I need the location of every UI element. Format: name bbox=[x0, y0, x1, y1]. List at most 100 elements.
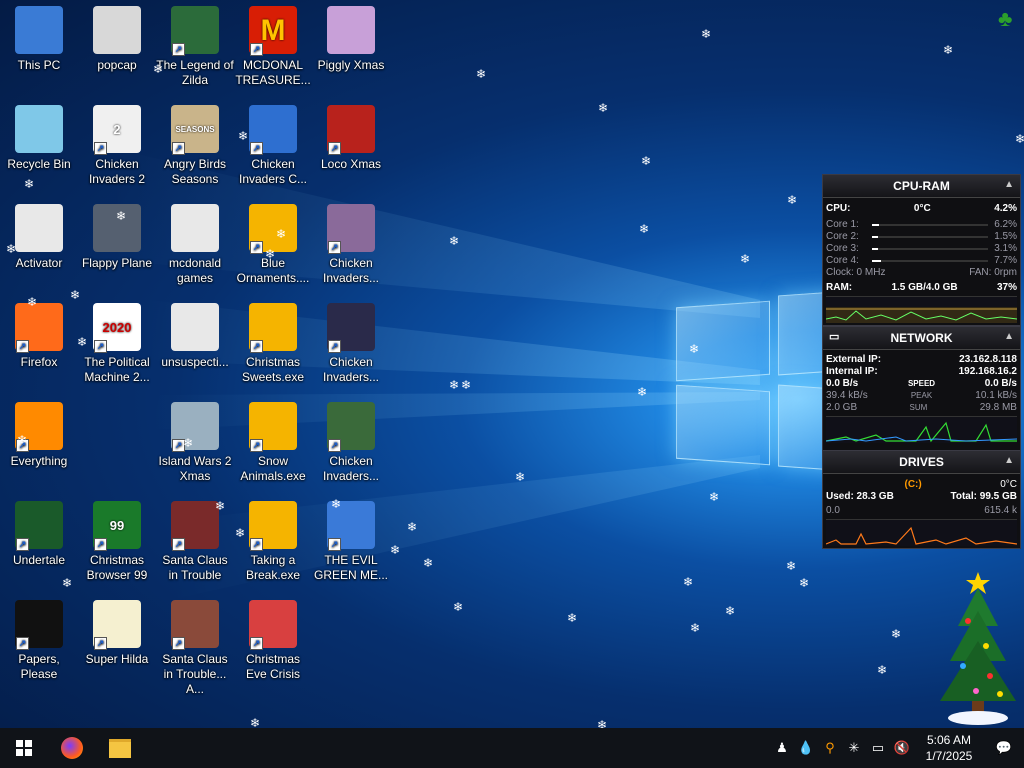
core-bar-fill bbox=[872, 248, 878, 250]
external-ip-value: 23.162.8.118 bbox=[959, 354, 1017, 365]
taskbar-file-explorer[interactable] bbox=[96, 728, 144, 768]
chicken-invaders-5-icon: ↗ bbox=[327, 402, 375, 452]
drive-c-row: (C:) 0°C bbox=[823, 479, 1020, 491]
desktop-icon-activator[interactable]: Activator bbox=[0, 204, 78, 271]
clock-time: 5:06 AM bbox=[926, 733, 972, 747]
shortcut-arrow-icon: ↗ bbox=[250, 241, 263, 254]
desktop-icon-angry-birds-seasons[interactable]: SEASONS ↗ Angry Birds Seasons bbox=[156, 105, 234, 187]
ram-percent: 37% bbox=[996, 282, 1017, 293]
desktop-icon-legend-of-zilda[interactable]: ↗ The Legend of Zilda bbox=[156, 6, 234, 88]
desktop-icon-chicken-invaders-2[interactable]: 2 ↗ Chicken Invaders 2 bbox=[78, 105, 156, 187]
shortcut-arrow-icon: ↗ bbox=[328, 439, 341, 452]
notifications-icon[interactable]: 💬 bbox=[984, 728, 1024, 768]
cpu-ram-graph bbox=[825, 296, 1018, 323]
desktop-icon-label: Chicken Invaders... bbox=[322, 256, 380, 285]
taskbar-clock[interactable]: 5:06 AM 1/7/2025 bbox=[914, 732, 984, 764]
desktop-icon-label: unsuspecti... bbox=[161, 355, 229, 369]
cpu-ram-gadget[interactable]: CPU-RAM ▲ CPU: 0°C 4.2% Core 1: 6.2% Core … bbox=[822, 174, 1021, 326]
snowflake-icon: ❄ bbox=[891, 627, 902, 641]
user-tray-icon[interactable]: ♟ bbox=[770, 728, 794, 768]
core-label: Core 3: bbox=[826, 243, 859, 254]
desktop-icon-santa-claus[interactable]: ↗ Santa Claus in Trouble bbox=[156, 501, 234, 583]
desktop-icon-this-pc[interactable]: This PC bbox=[0, 6, 78, 73]
desktop-icon-label: MCDONAL TREASURE... bbox=[235, 58, 311, 87]
desktop-icon-flappy-plane[interactable]: Flappy Plane bbox=[78, 204, 156, 271]
desktop-icon-political-machine[interactable]: 2020 ↗ The Political Machine 2... bbox=[78, 303, 156, 385]
desktop-icon-loco-xmas[interactable]: ↗ Loco Xmas bbox=[312, 105, 390, 172]
desktop-icon-label: Papers, Please bbox=[18, 652, 60, 681]
snowflake-icon: ❄ bbox=[423, 556, 434, 570]
windows-start-icon bbox=[16, 740, 32, 756]
cpu-ram-title: CPU-RAM bbox=[893, 179, 950, 193]
desktop-icon-blue-ornaments[interactable]: ↗ Blue Ornaments.... bbox=[234, 204, 312, 286]
collapse-icon[interactable]: ▲ bbox=[1004, 331, 1014, 342]
network-tray-icon[interactable]: ▭ bbox=[866, 728, 890, 768]
sum-down: 2.0 GB bbox=[826, 402, 858, 413]
desktop-icon-evil-green-me[interactable]: ↗ THE EVIL GREEN ME... bbox=[312, 501, 390, 583]
desktop-icon-snow-animals[interactable]: ↗ Snow Animals.exe bbox=[234, 402, 312, 484]
core-row: Core 4: 7.7% bbox=[823, 255, 1020, 267]
chicken-invaders-3-icon: ↗ bbox=[327, 204, 375, 254]
desktop-icon-mcdonald-games[interactable]: mcdonald games bbox=[156, 204, 234, 286]
snowflake-icon: ❄ bbox=[567, 611, 578, 625]
desktop-icon-super-hilda[interactable]: ↗ Super Hilda bbox=[78, 600, 156, 667]
desktop-icon-label: Firefox bbox=[20, 355, 58, 369]
drives-gadget[interactable]: DRIVES ▲ (C:) 0°C Used: 28.3 GB Total: 9… bbox=[822, 450, 1021, 549]
peak-row: 39.4 kB/s PEAK 10.1 kB/s bbox=[823, 390, 1020, 402]
speed-down: 0.0 B/s bbox=[826, 378, 859, 389]
snowflake-tray-icon[interactable]: ✳ bbox=[842, 728, 866, 768]
desktop-icon-mcdonal-treasure[interactable]: M ↗ MCDONAL TREASURE... bbox=[234, 6, 312, 88]
firefox-icon: ↗ bbox=[15, 303, 63, 353]
internal-ip-value: 192.168.16.2 bbox=[958, 366, 1017, 377]
snowflake-icon: ❄ bbox=[786, 559, 797, 573]
shortcut-arrow-icon: ↗ bbox=[250, 43, 263, 56]
desktop-icon-recycle-bin[interactable]: Recycle Bin bbox=[0, 105, 78, 172]
volume-muted-icon[interactable]: 🔇 bbox=[890, 728, 914, 768]
desktop-icon-everything[interactable]: ↗ Everything bbox=[0, 402, 78, 469]
snowflake-icon: ❄ bbox=[515, 470, 526, 484]
desktop-icon-chicken-invaders-4[interactable]: ↗ Chicken Invaders... bbox=[312, 303, 390, 385]
icon-badge-text: M bbox=[260, 13, 286, 47]
droplet-tray-icon[interactable]: 💧 bbox=[794, 728, 818, 768]
clock-date: 1/7/2025 bbox=[925, 749, 973, 763]
desktop-icon-christmas-eve-crisis[interactable]: ↗ Christmas Eve Crisis bbox=[234, 600, 312, 682]
snowflake-icon: ❄ bbox=[62, 576, 73, 590]
desktop-icon-unsuspecti[interactable]: unsuspecti... bbox=[156, 303, 234, 370]
external-ip-row: External IP: 23.162.8.118 bbox=[823, 354, 1020, 366]
shortcut-arrow-icon: ↗ bbox=[94, 340, 107, 353]
network-gadget[interactable]: ▭ NETWORK ▲ External IP: 23.162.8.118 In… bbox=[822, 326, 1021, 452]
speed-up: 0.0 B/s bbox=[984, 378, 1017, 389]
peak-up: 10.1 kB/s bbox=[975, 390, 1017, 401]
collapse-icon[interactable]: ▲ bbox=[1004, 455, 1014, 466]
search-tray-icon[interactable]: ⚲ bbox=[818, 728, 842, 768]
peak-down: 39.4 kB/s bbox=[826, 390, 868, 401]
start-button[interactable] bbox=[0, 728, 48, 768]
desktop-icon-island-wars[interactable]: ↗ Island Wars 2 Xmas bbox=[156, 402, 234, 484]
taking-a-break-icon: ↗ bbox=[249, 501, 297, 551]
desktop-icon-chicken-invaders-3[interactable]: ↗ Chicken Invaders... bbox=[312, 204, 390, 286]
desktop-icon-label: Taking a Break.exe bbox=[245, 553, 301, 582]
desktop-icon-piggly-xmas[interactable]: Piggly Xmas bbox=[312, 6, 390, 73]
clock-row: Clock: 0 MHz FAN: 0rpm bbox=[823, 267, 1020, 279]
christmas-tree-decoration bbox=[940, 572, 1016, 725]
desktop-icon-undertale[interactable]: ↗ Undertale bbox=[0, 501, 78, 568]
desktop-icon-chicken-invaders-5[interactable]: ↗ Chicken Invaders... bbox=[312, 402, 390, 484]
peak-label: PEAK bbox=[910, 391, 933, 400]
desktop-icon-santa-claus-2[interactable]: ↗ Santa Claus in Trouble... A... bbox=[156, 600, 234, 697]
desktop-icon-christmas-browser[interactable]: 99 ↗ Christmas Browser 99 bbox=[78, 501, 156, 583]
desktop-icon-popcap[interactable]: popcap bbox=[78, 6, 156, 73]
folder-icon bbox=[109, 738, 131, 758]
desktop-icon-christmas-sweets[interactable]: ↗ Christmas Sweets.exe bbox=[234, 303, 312, 385]
taskbar-firefox[interactable] bbox=[48, 728, 96, 768]
desktop-icon-papers-please[interactable]: ↗ Papers, Please bbox=[0, 600, 78, 682]
desktop-icon-label: Santa Claus in Trouble... A... bbox=[162, 652, 228, 696]
desktop-icon-label: The Political Machine 2... bbox=[84, 355, 150, 384]
desktop-icon-label: Island Wars 2 Xmas bbox=[158, 454, 232, 483]
desktop-icon-taking-a-break[interactable]: ↗ Taking a Break.exe bbox=[234, 501, 312, 583]
desktop-icon-firefox[interactable]: ↗ Firefox bbox=[0, 303, 78, 370]
collapse-icon[interactable]: ▲ bbox=[1004, 179, 1014, 190]
desktop-icon-label: Santa Claus in Trouble bbox=[162, 553, 228, 582]
shortcut-arrow-icon: ↗ bbox=[16, 538, 29, 551]
snowflake-icon: ❄ bbox=[637, 385, 648, 399]
desktop-icon-chicken-invaders-c[interactable]: ↗ Chicken Invaders C... bbox=[234, 105, 312, 187]
